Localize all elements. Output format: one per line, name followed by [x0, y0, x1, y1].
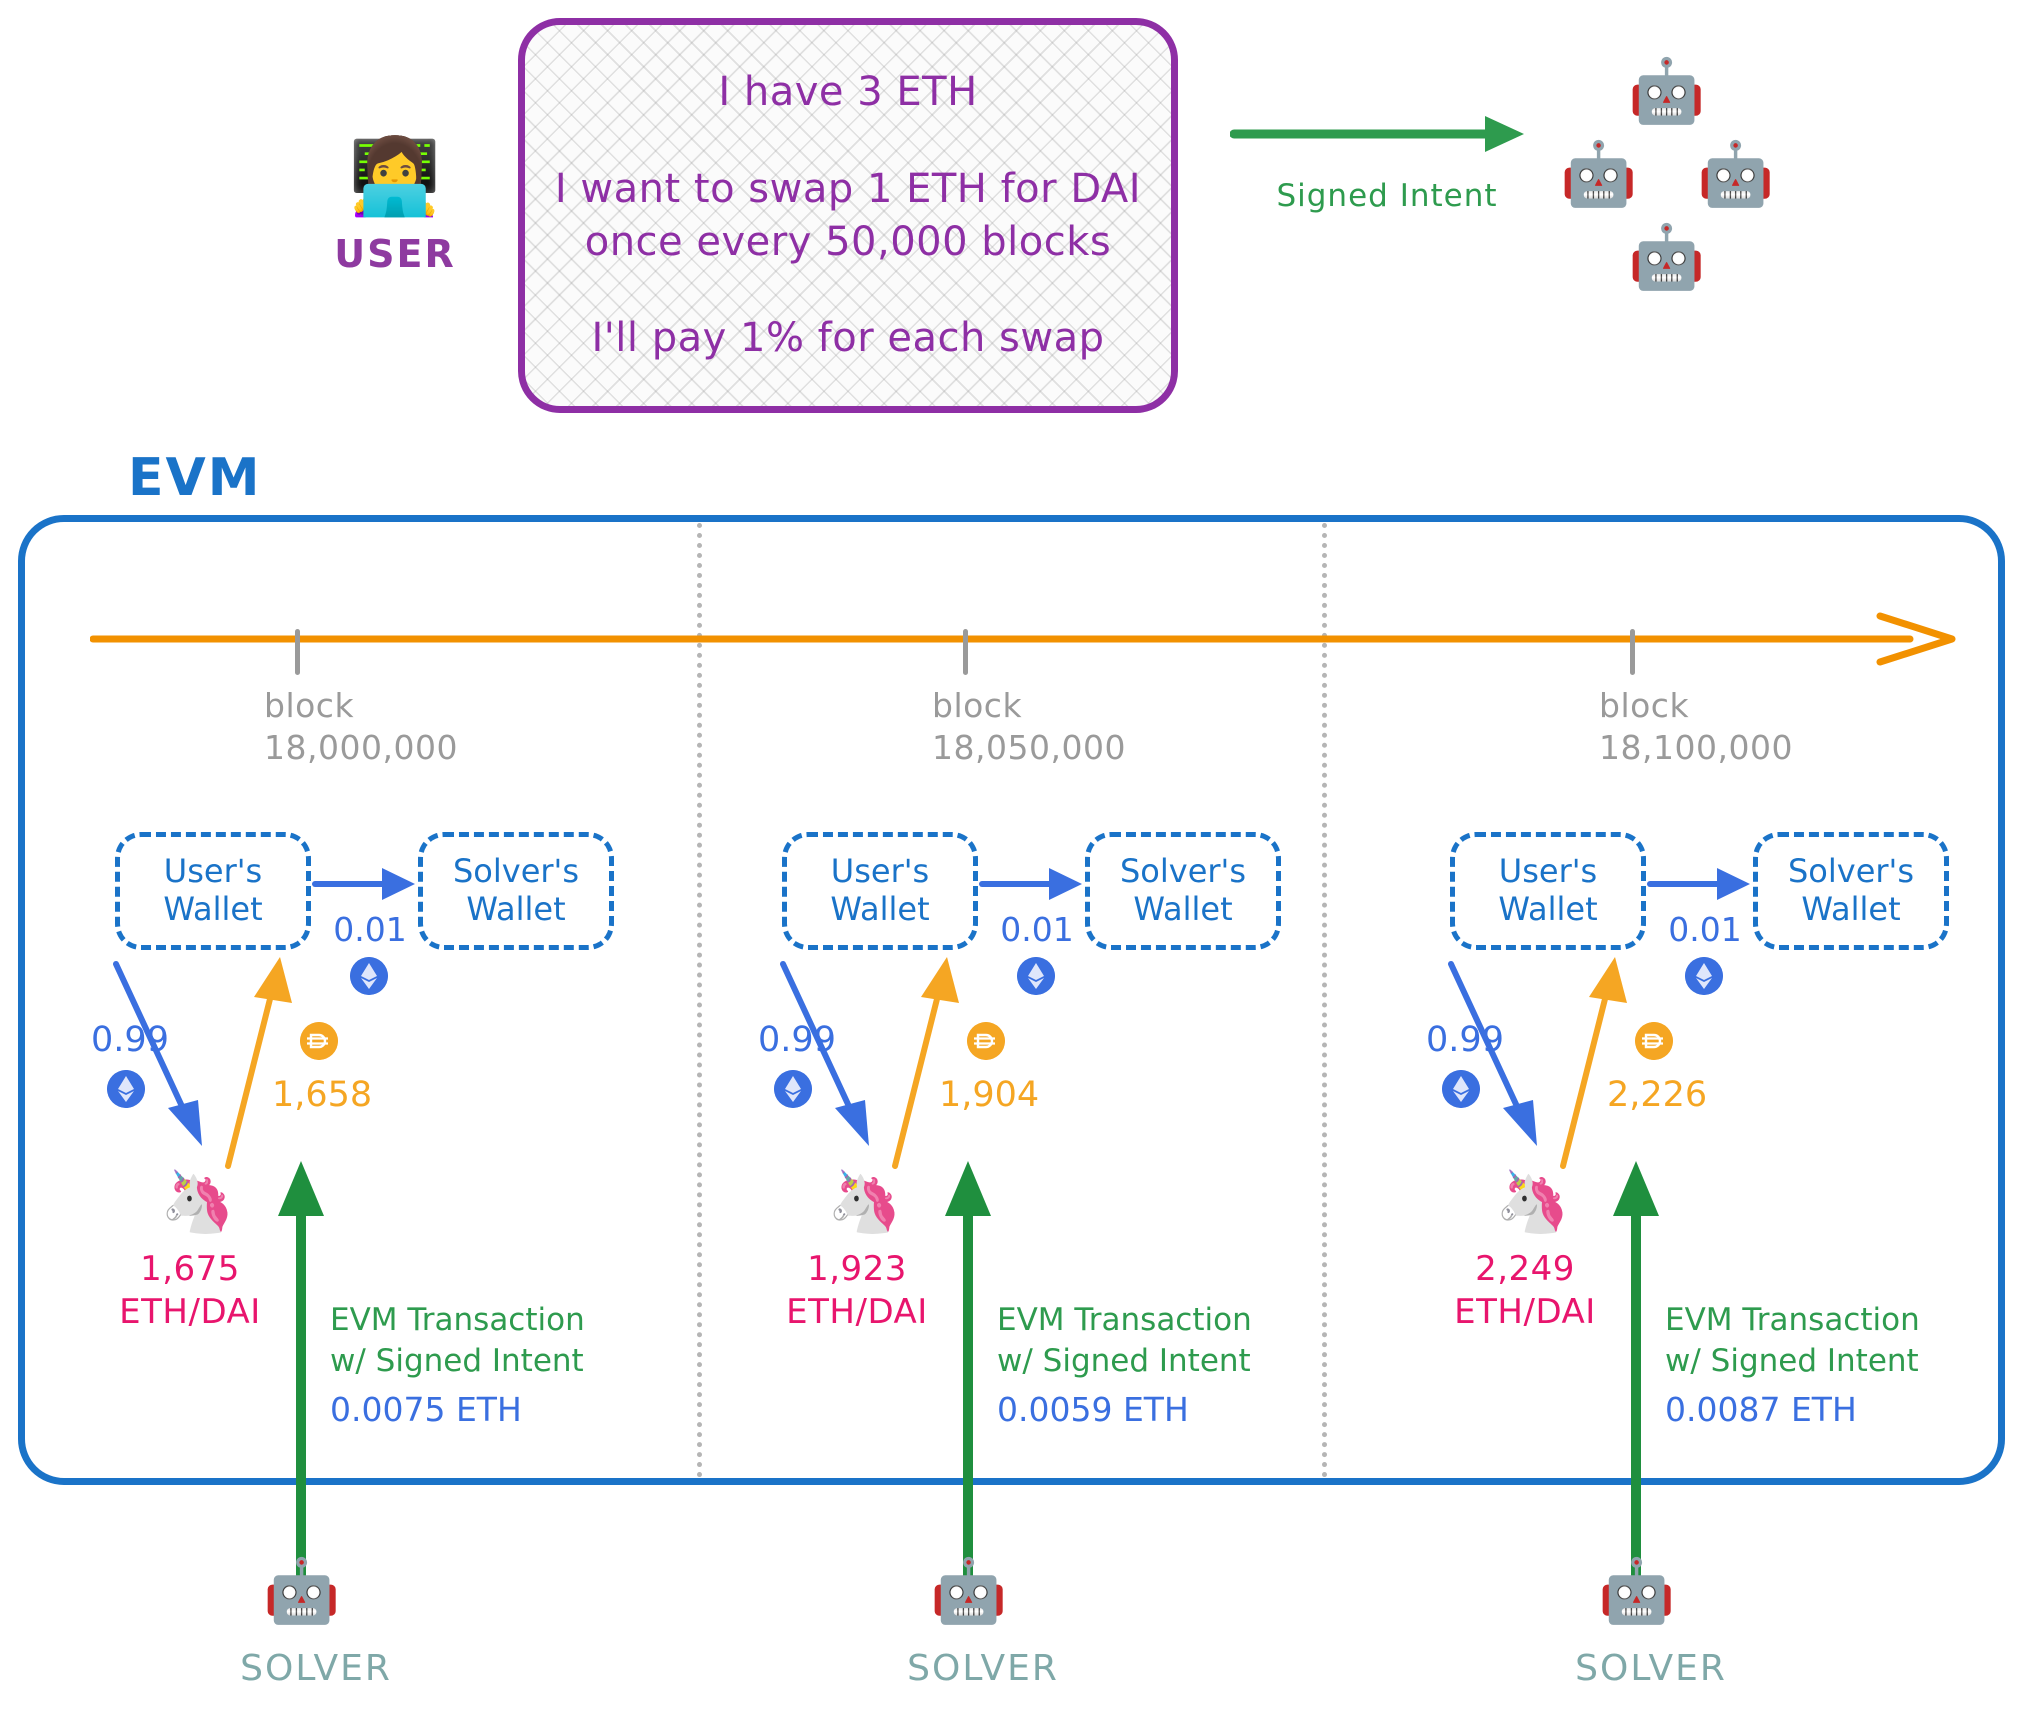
tx-label-line-1: EVM Transaction [1665, 1302, 1920, 1338]
solver-robot-icon: 🤖 [1598, 1554, 1676, 1627]
swap-column-2: User's Wallet Solver's Wallet 0.01 0.99 … [667, 0, 1367, 1729]
pool-pair-label: ETH/DAI [1454, 1291, 1596, 1332]
solver-wallet-line-1: Solver's [1119, 852, 1247, 891]
pool-price: 1,675 ETH/DAI [110, 1248, 270, 1333]
fee-transfer-arrow [312, 868, 415, 900]
fee-transfer-arrow [1647, 868, 1750, 900]
solver-wallet-box: Solver's Wallet [1085, 832, 1281, 950]
solver-wallet-line-2: Wallet [1801, 890, 1901, 928]
tx-label: EVM Transaction w/ Signed Intent [997, 1300, 1297, 1382]
fee-transfer-arrow [979, 868, 1082, 900]
dai-in-amount: 1,658 [272, 1075, 373, 1115]
dai-in-amount: 2,226 [1607, 1075, 1708, 1115]
solver-label: SOLVER [1575, 1648, 1727, 1689]
dai-token-icon [1635, 1022, 1673, 1060]
dai-token-icon [967, 1022, 1005, 1060]
tx-label-line-2: w/ Signed Intent [330, 1342, 584, 1379]
swap-column-1: User's Wallet Solver's Wallet 0.01 0.99 … [0, 0, 700, 1729]
solver-label: SOLVER [907, 1648, 1059, 1689]
fee-amount: 0.01 [333, 910, 407, 949]
tx-cost: 0.0059 ETH [997, 1390, 1189, 1429]
user-wallet-line-2: Wallet [163, 890, 263, 928]
tx-label: EVM Transaction w/ Signed Intent [1665, 1300, 1965, 1382]
user-wallet-line-2: Wallet [830, 890, 930, 928]
solver-label: SOLVER [240, 1648, 392, 1689]
dai-in-arrow [225, 957, 292, 1169]
user-wallet-box: User's Wallet [115, 832, 311, 950]
tx-label-line-1: EVM Transaction [997, 1302, 1252, 1338]
eth-out-amount: 0.99 [91, 1020, 169, 1060]
solver-transaction-arrow [278, 1161, 324, 1578]
tx-label-line-2: w/ Signed Intent [997, 1342, 1251, 1379]
dai-token-icon [300, 1022, 338, 1060]
solver-wallet-line-1: Solver's [1787, 852, 1915, 891]
tx-label-line-2: w/ Signed Intent [1665, 1342, 1919, 1379]
eth-out-amount: 0.99 [758, 1020, 836, 1060]
solver-wallet-line-2: Wallet [466, 890, 566, 928]
solver-robot-icon: 🤖 [930, 1554, 1008, 1627]
solver-transaction-arrow [945, 1161, 991, 1578]
eth-token-icon [1685, 957, 1723, 995]
user-wallet-line-1: User's [163, 852, 263, 891]
user-wallet-box: User's Wallet [1450, 832, 1646, 950]
solver-transaction-arrow [1613, 1161, 1659, 1578]
uniswap-pool-icon: 🦄 [160, 1167, 235, 1237]
user-wallet-line-1: User's [1498, 852, 1598, 891]
user-wallet-box: User's Wallet [782, 832, 978, 950]
pool-pair-label: ETH/DAI [786, 1291, 928, 1332]
dai-in-amount: 1,904 [939, 1075, 1040, 1115]
eth-out-amount: 0.99 [1426, 1020, 1504, 1060]
uniswap-pool-icon: 🦄 [1495, 1167, 1570, 1237]
solver-robot-icon: 🤖 [263, 1554, 341, 1627]
solver-wallet-box: Solver's Wallet [1753, 832, 1949, 950]
fee-amount: 0.01 [1000, 910, 1074, 949]
eth-token-icon [1017, 957, 1055, 995]
solver-wallet-box: Solver's Wallet [418, 832, 614, 950]
solver-wallet-line-1: Solver's [452, 852, 580, 891]
uniswap-pool-icon: 🦄 [827, 1167, 902, 1237]
user-wallet-line-1: User's [830, 852, 930, 891]
eth-token-icon [350, 957, 388, 995]
eth-token-icon [774, 1070, 812, 1108]
dai-in-arrow [892, 957, 959, 1169]
pool-price-value: 1,923 [807, 1249, 907, 1289]
fee-amount: 0.01 [1668, 910, 1742, 949]
pool-price-value: 2,249 [1475, 1249, 1575, 1289]
eth-token-icon [1442, 1070, 1480, 1108]
pool-price: 1,923 ETH/DAI [777, 1248, 937, 1333]
tx-cost: 0.0087 ETH [1665, 1390, 1857, 1429]
tx-cost: 0.0075 ETH [330, 1390, 522, 1429]
pool-price: 2,249 ETH/DAI [1445, 1248, 1605, 1333]
swap-column-3: User's Wallet Solver's Wallet 0.01 0.99 … [1335, 0, 2029, 1729]
solver-wallet-line-2: Wallet [1133, 890, 1233, 928]
tx-label: EVM Transaction w/ Signed Intent [330, 1300, 630, 1382]
eth-token-icon [107, 1070, 145, 1108]
dai-in-arrow [1560, 957, 1627, 1169]
pool-pair-label: ETH/DAI [119, 1291, 261, 1332]
pool-price-value: 1,675 [140, 1249, 240, 1289]
tx-label-line-1: EVM Transaction [330, 1302, 585, 1338]
user-wallet-line-2: Wallet [1498, 890, 1598, 928]
